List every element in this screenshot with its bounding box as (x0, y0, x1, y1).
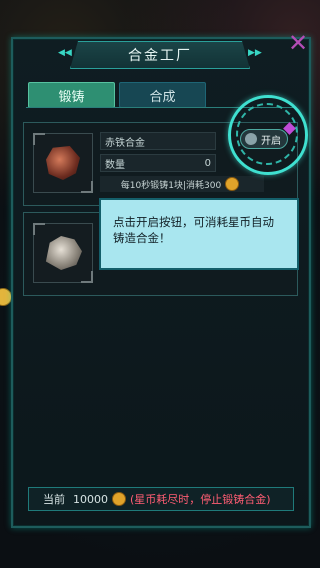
item-slot[interactable] (33, 223, 93, 283)
tooltip-text: 点击开启按钮，可消耗星币自动铸造合金！ (113, 215, 274, 245)
quantity-label: 数量 (105, 159, 125, 171)
open-button[interactable]: 开启 (240, 129, 288, 149)
coin-icon (112, 492, 126, 506)
forge-rate-text: 每10秒锻铸1块|消耗300 (120, 180, 222, 191)
forge-rate-info: 每10秒锻铸1块|消耗300 (100, 176, 264, 192)
open-button-label: 开启 (261, 135, 281, 147)
red-iron-ore-icon (46, 146, 80, 180)
item-slot[interactable] (33, 133, 93, 193)
tab-synthesize[interactable]: 合成 (119, 82, 206, 108)
panel-title-text: 合金工厂 (128, 48, 192, 64)
tab-forge-label: 锻铸 (58, 89, 85, 105)
title-arrow-right-icon: ▶▶ (248, 48, 262, 58)
coin-icon (225, 177, 240, 191)
current-label: 当前 (43, 493, 65, 506)
quantity-value: 0 (204, 157, 211, 169)
title-arrow-left-icon: ◀◀ (58, 48, 72, 58)
tab-forge[interactable]: 锻铸 (28, 82, 115, 108)
panel-title: 合金工厂 (70, 41, 250, 69)
silver-ore-icon (45, 236, 82, 270)
close-icon[interactable]: ✕ (286, 31, 310, 56)
quantity-field: 数量 0 (100, 154, 216, 172)
tutorial-tooltip[interactable]: 点击开启按钮，可消耗星币自动铸造合金！ (99, 198, 299, 270)
item-name: 赤铁合金 (105, 137, 145, 149)
warning-text: (星币耗尽时，停止锻铸合金) (130, 493, 271, 506)
currency-status-bar: 当前 10000 (星币耗尽时，停止锻铸合金) (28, 487, 294, 511)
toggle-icon (245, 133, 257, 145)
item-name-field: 赤铁合金 (100, 132, 216, 150)
star-coin-amount: 10000 (73, 492, 108, 506)
tab-synthesize-label: 合成 (149, 89, 176, 105)
